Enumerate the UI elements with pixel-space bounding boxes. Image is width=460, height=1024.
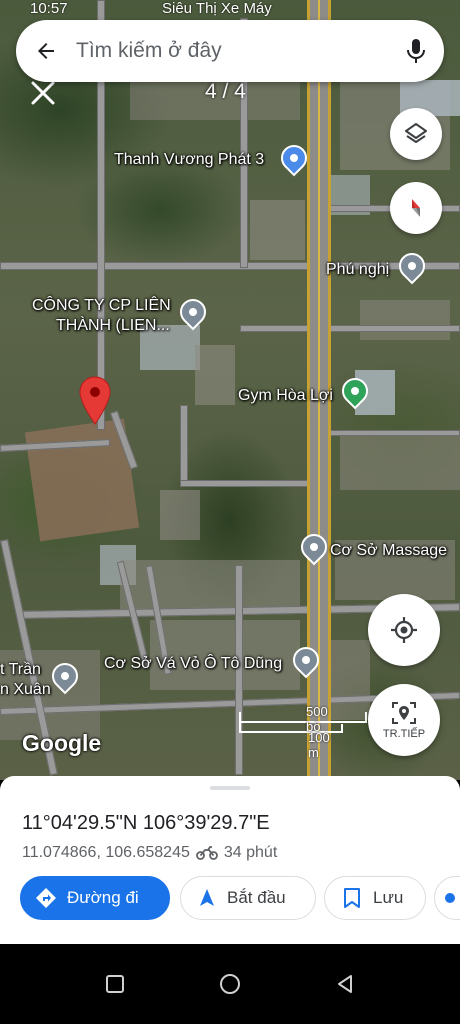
motorbike-icon (195, 846, 218, 860)
place-sheet[interactable]: 11°04'29.5"N 106°39'29.7"E 11.074866, 10… (0, 776, 460, 944)
top-place-label: Siêu Thị Xe Máy (162, 0, 272, 17)
directions-button[interactable]: Đường đi (20, 876, 170, 920)
place-label-massage[interactable]: Cơ Sở Massage (330, 541, 447, 561)
directions-icon (36, 888, 56, 908)
back-icon[interactable] (333, 972, 357, 996)
coordinates-decimal: 11.074866, 106.658245 (22, 844, 190, 861)
drag-handle[interactable] (210, 786, 250, 790)
travel-time: 34 phút (223, 844, 278, 861)
save-label: Lưu (373, 888, 404, 907)
compass-button[interactable] (390, 182, 442, 234)
mic-icon (407, 39, 425, 63)
coordinates-dms: 11°04'29.5"N 106°39'29.7"E (22, 812, 270, 834)
share-icon (445, 893, 455, 903)
back-button[interactable] (16, 20, 76, 82)
place-label-tran-1[interactable]: t Trần (0, 660, 41, 680)
scale-bar-icon (239, 712, 367, 733)
coordinates-row: 11.074866, 106.658245 34 phút (22, 844, 277, 862)
screen: 10:57 Siêu Thị Xe Máy Thanh Vương Phát 3… (0, 0, 460, 1024)
status-time: 10:57 (30, 0, 68, 17)
layers-button[interactable] (390, 108, 442, 160)
place-pin-icon[interactable] (393, 247, 431, 285)
home-icon[interactable] (218, 972, 242, 996)
place-label-cty-1[interactable]: CÔNG TY CP LIÊN (32, 296, 171, 316)
photo-counter: 4 / 4 (205, 80, 246, 103)
dropped-pin-icon[interactable] (78, 376, 112, 426)
navigation-arrow-icon (200, 889, 214, 906)
place-label-phu-nghi[interactable]: Phú nghị (326, 260, 389, 280)
compass-icon (412, 199, 420, 217)
place-label-tran-2[interactable]: n Xuân (0, 680, 51, 700)
place-label-tire[interactable]: Cơ Sở Vá Vỏ Ô Tô Dũng (104, 654, 282, 674)
share-button[interactable] (434, 876, 460, 920)
voice-search-button[interactable] (388, 20, 444, 82)
layers-icon (405, 123, 427, 143)
arrow-back-icon (38, 43, 54, 59)
my-location-button[interactable] (368, 594, 440, 666)
place-label-thanh-vuong[interactable]: Thanh Vương Phát 3 (114, 150, 264, 170)
google-logo: Google (22, 730, 102, 756)
system-nav-bar (0, 944, 460, 1024)
bookmark-icon (344, 888, 360, 908)
search-bar[interactable]: Tìm kiếm ở đây (16, 20, 444, 82)
lens-next-button[interactable]: TR.TIẾP (368, 684, 440, 756)
scale-metric: 100 m (308, 730, 330, 760)
search-input[interactable]: Tìm kiếm ở đây (76, 39, 388, 63)
recents-icon[interactable] (103, 972, 127, 996)
place-label-gym[interactable]: Gym Hòa Lợi (238, 386, 333, 406)
directions-label: Đường đi (67, 888, 139, 907)
save-button[interactable]: Lưu (324, 876, 426, 920)
crosshair-icon (391, 617, 417, 643)
place-label-cty-2[interactable]: THÀNH (LIEN... (56, 316, 170, 336)
start-label: Bắt đầu (227, 888, 286, 907)
scan-pin-icon (392, 702, 416, 724)
start-button[interactable]: Bắt đầu (180, 876, 316, 920)
lens-next-label: TR.TIẾP (382, 728, 426, 740)
